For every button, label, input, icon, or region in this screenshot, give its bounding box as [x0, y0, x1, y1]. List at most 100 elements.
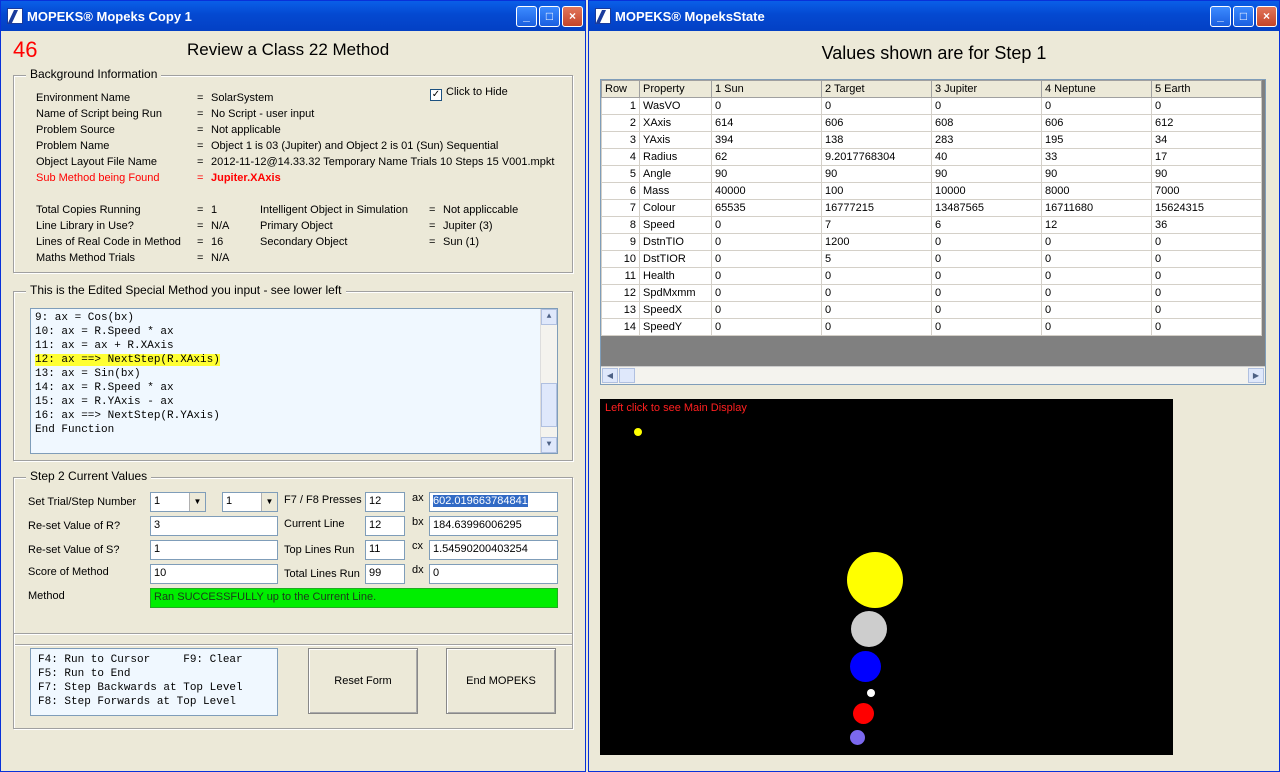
reset-r-input[interactable]: 3 [150, 516, 278, 536]
table-cell[interactable]: Colour [639, 199, 712, 217]
table-row[interactable]: 3 YAxis 394 138 283 195 34 [601, 131, 1262, 149]
table-cell[interactable]: Mass [639, 182, 712, 200]
table-cell[interactable]: 5 [821, 250, 932, 268]
table-cell[interactable]: 1200 [821, 233, 932, 251]
cx-input[interactable]: 1.54590200403254 [429, 540, 558, 560]
table-cell[interactable]: 0 [1151, 318, 1262, 336]
column-header[interactable]: 4 Neptune [1041, 80, 1152, 98]
column-header[interactable]: 5 Earth [1151, 80, 1262, 98]
table-cell[interactable]: 90 [1041, 165, 1152, 183]
total-lines-input[interactable]: 99 [365, 564, 405, 584]
table-cell[interactable]: 7000 [1151, 182, 1262, 200]
table-cell[interactable]: 90 [1151, 165, 1262, 183]
state-grid[interactable]: Row Property 1 Sun 2 Target 3 Jupiter 4 Neptu… [600, 79, 1266, 385]
scroll-right-icon[interactable]: ▶ [1248, 368, 1264, 383]
table-cell[interactable]: Speed [639, 216, 712, 234]
table-cell[interactable]: 34 [1151, 131, 1262, 149]
table-cell[interactable]: 10 [601, 250, 640, 268]
table-cell[interactable]: 1 [601, 97, 640, 115]
table-cell[interactable]: 138 [821, 131, 932, 149]
table-cell[interactable]: 13 [601, 301, 640, 319]
table-cell[interactable]: 0 [711, 301, 822, 319]
table-cell[interactable]: 36 [1151, 216, 1262, 234]
table-cell[interactable]: Radius [639, 148, 712, 166]
table-cell[interactable]: DstTIOR [639, 250, 712, 268]
table-cell[interactable]: 0 [931, 301, 1042, 319]
close-icon[interactable]: × [1256, 5, 1277, 27]
method-code-editor[interactable]: 9: ax = Cos(bx) 10: ax = R.Speed * ax 11… [30, 308, 558, 454]
table-cell[interactable]: 4 [601, 148, 640, 166]
table-cell[interactable]: 0 [711, 97, 822, 115]
table-cell[interactable]: 9 [601, 233, 640, 251]
column-header[interactable]: 3 Jupiter [931, 80, 1042, 98]
table-cell[interactable]: 0 [1041, 233, 1152, 251]
table-row[interactable]: 12 SpdMxmm 0 0 0 0 0 [601, 284, 1262, 302]
scroll-thumb[interactable] [619, 368, 635, 383]
table-cell[interactable]: 0 [1041, 97, 1152, 115]
right-titlebar[interactable]: MOPEKS® MopeksState _ □ × [589, 1, 1279, 31]
minimize-icon[interactable]: _ [516, 5, 537, 27]
table-cell[interactable]: 0 [1041, 284, 1152, 302]
table-row[interactable]: 4 Radius 62 9.2017768304 40 33 17 [601, 148, 1262, 166]
table-row[interactable]: 6 Mass 40000 100 10000 8000 7000 [601, 182, 1262, 200]
table-cell[interactable]: Angle [639, 165, 712, 183]
table-cell[interactable]: 12 [1041, 216, 1152, 234]
column-header[interactable]: 1 Sun [711, 80, 822, 98]
table-cell[interactable]: 614 [711, 114, 822, 132]
table-cell[interactable]: 394 [711, 131, 822, 149]
left-titlebar[interactable]: MOPEKS® Mopeks Copy 1 _ □ × [1, 1, 585, 31]
code-scrollbar[interactable]: ▲ ▼ [540, 309, 557, 453]
table-cell[interactable]: 8 [601, 216, 640, 234]
table-cell[interactable]: 0 [931, 250, 1042, 268]
table-row[interactable]: 1 WasVO 0 0 0 0 0 [601, 97, 1262, 115]
table-cell[interactable]: 33 [1041, 148, 1152, 166]
table-cell[interactable]: 0 [1151, 284, 1262, 302]
table-cell[interactable]: 0 [1041, 267, 1152, 285]
table-cell[interactable]: Health [639, 267, 712, 285]
table-cell[interactable]: 0 [711, 318, 822, 336]
current-line-input[interactable]: 12 [365, 516, 405, 536]
table-cell[interactable]: YAxis [639, 131, 712, 149]
table-cell[interactable]: 195 [1041, 131, 1152, 149]
scroll-up-icon[interactable]: ▲ [541, 309, 557, 325]
table-cell[interactable]: 0 [711, 216, 822, 234]
table-row[interactable]: 7 Colour 65535 16777215 13487565 16711680 1562… [601, 199, 1262, 217]
table-cell[interactable]: 100 [821, 182, 932, 200]
table-cell[interactable]: 62 [711, 148, 822, 166]
table-cell[interactable]: 6 [931, 216, 1042, 234]
table-cell[interactable]: 608 [931, 114, 1042, 132]
end-mopeks-button[interactable]: End MOPEKS [446, 648, 556, 714]
table-row[interactable]: 5 Angle 90 90 90 90 90 [601, 165, 1262, 183]
table-cell[interactable]: 0 [821, 267, 932, 285]
table-cell[interactable]: 612 [1151, 114, 1262, 132]
grid-hscrollbar[interactable]: ◀ ▶ [601, 366, 1265, 384]
table-cell[interactable]: 0 [1151, 233, 1262, 251]
trial-select[interactable]: 1 ▼ [150, 492, 206, 512]
maximize-icon[interactable]: □ [539, 5, 560, 27]
table-cell[interactable]: 16711680 [1041, 199, 1152, 217]
column-header[interactable]: Row [601, 80, 640, 98]
table-cell[interactable]: 90 [711, 165, 822, 183]
table-cell[interactable]: SpdMxmm [639, 284, 712, 302]
table-row[interactable]: 14 SpeedY 0 0 0 0 0 [601, 318, 1262, 336]
top-lines-input[interactable]: 11 [365, 540, 405, 560]
table-cell[interactable]: 0 [1151, 267, 1262, 285]
simulation-display[interactable]: Left click to see Main Display [600, 399, 1173, 755]
table-cell[interactable]: 0 [1041, 250, 1152, 268]
table-cell[interactable]: 17 [1151, 148, 1262, 166]
scroll-thumb[interactable] [541, 383, 557, 427]
score-input[interactable]: 10 [150, 564, 278, 584]
click-to-hide-checkbox[interactable]: ✓ Click to Hide [430, 86, 508, 101]
table-cell[interactable]: 14 [601, 318, 640, 336]
table-row[interactable]: 11 Health 0 0 0 0 0 [601, 267, 1262, 285]
table-cell[interactable]: 283 [931, 131, 1042, 149]
table-cell[interactable]: 0 [821, 97, 932, 115]
table-cell[interactable]: 5 [601, 165, 640, 183]
maximize-icon[interactable]: □ [1233, 5, 1254, 27]
table-cell[interactable]: 0 [1041, 318, 1152, 336]
table-cell[interactable]: 0 [1041, 301, 1152, 319]
table-cell[interactable]: 10000 [931, 182, 1042, 200]
table-cell[interactable]: 606 [821, 114, 932, 132]
table-cell[interactable]: 0 [931, 284, 1042, 302]
table-cell[interactable]: 0 [1151, 301, 1262, 319]
